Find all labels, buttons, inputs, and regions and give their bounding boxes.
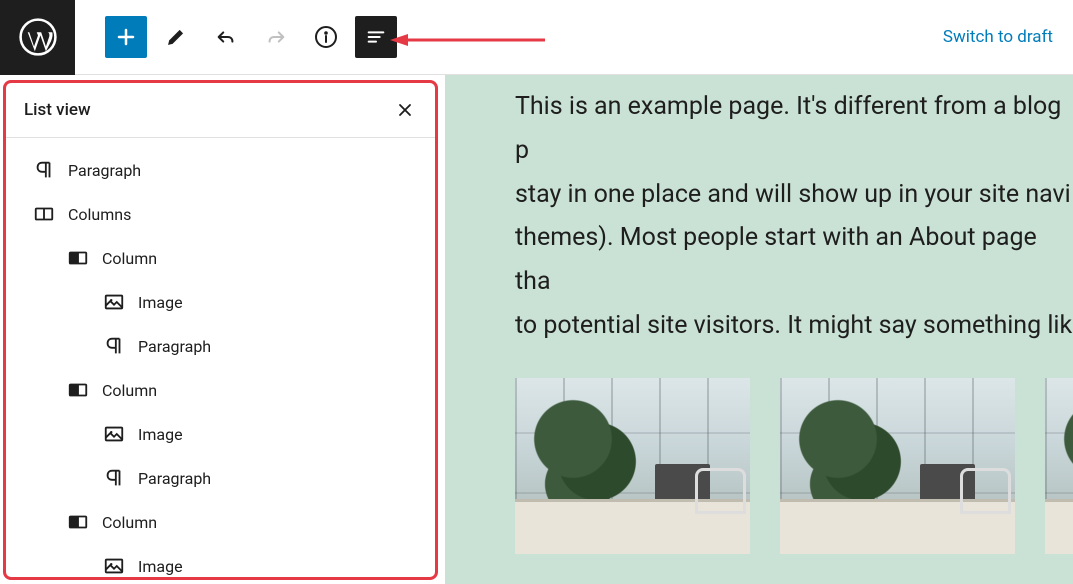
redo-button[interactable] [255,16,297,58]
column-icon [66,378,90,402]
paragraph-icon [102,466,126,490]
image-block[interactable] [1045,378,1073,554]
close-icon [395,100,415,120]
column-icon [66,246,90,270]
tree-item-label: Paragraph [138,469,211,488]
column-block[interactable]: Type / to choose a block [515,378,750,584]
info-icon [314,25,338,49]
columns-block[interactable]: Type / to choose a block Type / to choos… [515,378,1073,584]
paragraph-icon [32,158,56,182]
paragraph-icon [102,334,126,358]
editor-canvas[interactable]: This is an example page. It's different … [445,75,1073,584]
tree-item-column[interactable]: Column [6,368,435,412]
plus-icon [114,25,138,49]
listview-header: List view [6,83,435,138]
columns-icon [32,202,56,226]
tree-item-label: Column [102,381,157,400]
tree-item-label: Column [102,513,157,532]
tree-item-column[interactable]: Column [6,500,435,544]
tree-item-image[interactable]: Image [6,280,435,324]
listview-toggle-button[interactable] [355,16,397,58]
tree-item-columns[interactable]: Columns [6,192,435,236]
image-block[interactable] [780,378,1015,554]
info-button[interactable] [305,16,347,58]
tree-item-paragraph[interactable]: Paragraph [6,148,435,192]
listview-close-button[interactable] [393,98,417,122]
tree-item-label: Column [102,249,157,268]
tree-item-image[interactable]: Image [6,412,435,456]
wordpress-icon [19,18,57,56]
column-block[interactable]: Type / to choose a block [780,378,1015,584]
pencil-icon [165,26,187,48]
edit-mode-button[interactable] [155,16,197,58]
switch-to-draft-link[interactable]: Switch to draft [943,27,1053,47]
editor-toolbar: Switch to draft [0,0,1073,75]
image-icon [102,290,126,314]
tree-item-label: Image [138,425,183,444]
add-block-button[interactable] [105,16,147,58]
image-block[interactable] [515,378,750,554]
tree-item-label: Image [138,557,183,576]
image-icon [102,554,126,578]
tree-item-label: Columns [68,205,131,224]
redo-icon [265,26,287,48]
tree-item-column[interactable]: Column [6,236,435,280]
tree-item-label: Paragraph [68,161,141,180]
wp-logo[interactable] [0,0,75,75]
column-icon [66,510,90,534]
undo-icon [215,26,237,48]
tree-item-label: Image [138,293,183,312]
column-block[interactable]: Ty bl [1045,378,1073,584]
undo-button[interactable] [205,16,247,58]
tree-item-label: Paragraph [138,337,211,356]
block-tree: Paragraph Columns Column Image Paragraph Colu… [6,138,435,580]
listview-title: List view [24,100,91,120]
listview-icon [365,26,387,48]
image-icon [102,422,126,446]
tree-item-paragraph[interactable]: Paragraph [6,456,435,500]
paragraph-block[interactable]: This is an example page. It's different … [515,85,1073,348]
tree-item-paragraph[interactable]: Paragraph [6,324,435,368]
tree-item-image[interactable]: Image [6,544,435,580]
listview-panel: List view ParagraphColumnsColumnImagePar… [3,80,438,580]
